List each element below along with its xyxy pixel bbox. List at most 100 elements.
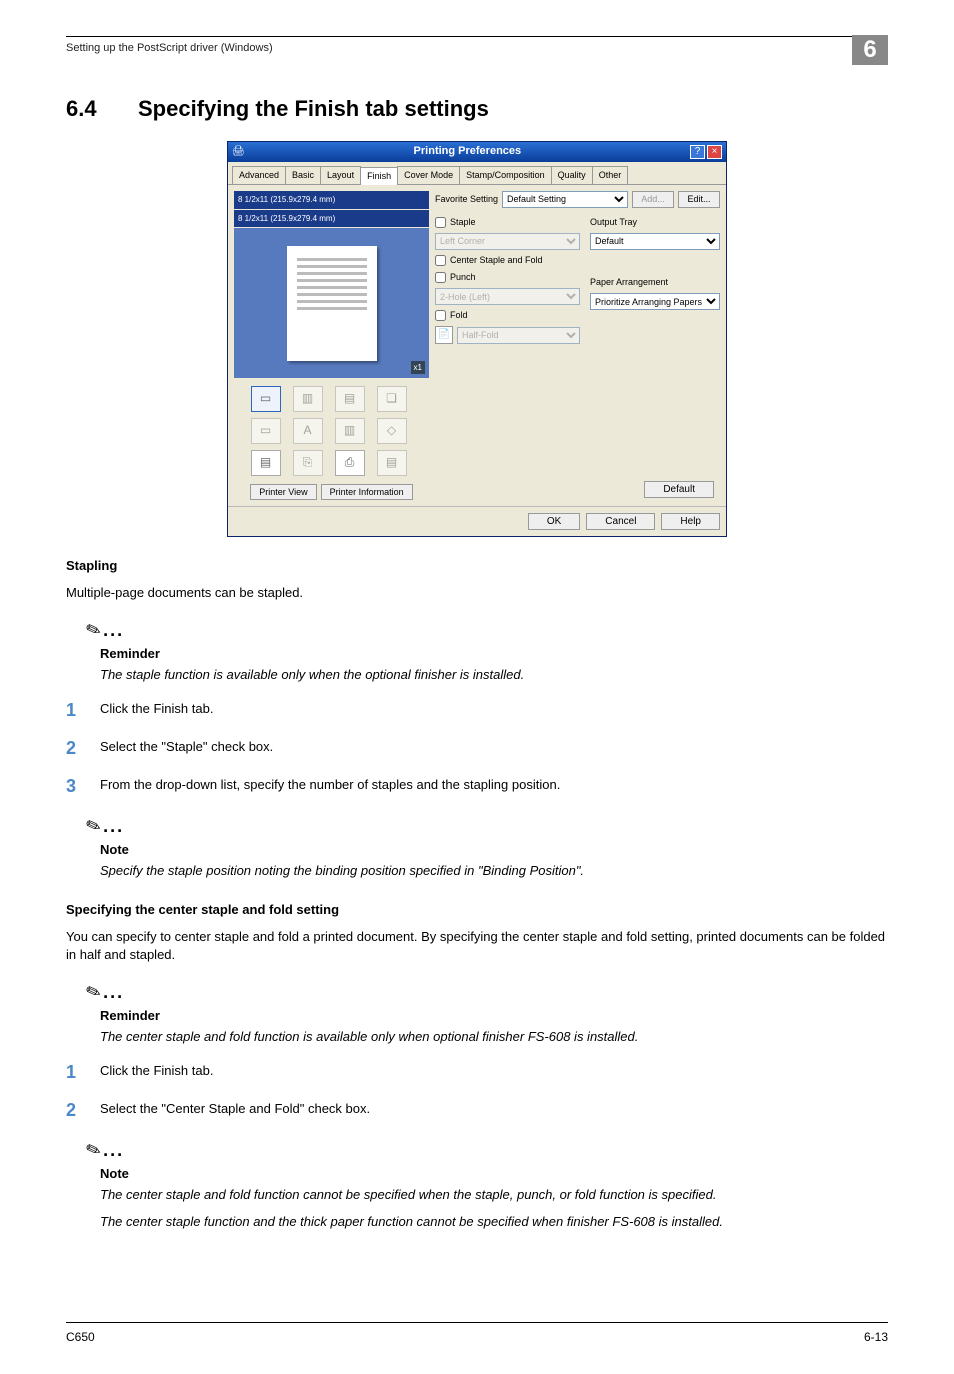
step-number: 2 bbox=[66, 735, 100, 761]
feature-icon[interactable]: ▥ bbox=[293, 386, 323, 412]
help-button[interactable]: Help bbox=[661, 513, 720, 530]
dialog-titlebar: 🖨 Printing Preferences ? × bbox=[228, 142, 726, 162]
stapling-heading: Stapling bbox=[66, 557, 888, 576]
center-staple-fold-checkbox[interactable] bbox=[435, 255, 446, 266]
favorite-setting-select[interactable]: Default Setting bbox=[502, 191, 628, 208]
step-number: 3 bbox=[66, 773, 100, 799]
cancel-button[interactable]: Cancel bbox=[586, 513, 655, 530]
staple-checkbox[interactable] bbox=[435, 217, 446, 228]
printer-view-button[interactable]: Printer View bbox=[250, 484, 316, 500]
section-title-text: Specifying the Finish tab settings bbox=[138, 93, 489, 125]
feature-icon[interactable]: ❏ bbox=[377, 386, 407, 412]
output-tray-label: Output Tray bbox=[590, 216, 720, 229]
dialog-tabs: Advanced Basic Layout Finish Cover Mode … bbox=[228, 162, 726, 185]
feature-icon[interactable]: ⎙ bbox=[335, 450, 365, 476]
reminder-head: Reminder bbox=[100, 1007, 888, 1026]
pencil-icon: ✎ bbox=[82, 977, 105, 1007]
add-button[interactable]: Add... bbox=[632, 191, 674, 208]
feature-icon[interactable]: ▤ bbox=[377, 450, 407, 476]
feature-icon[interactable]: ▭ bbox=[251, 418, 281, 444]
favorite-setting-label: Favorite Setting bbox=[435, 193, 498, 206]
reminder-text: The staple function is available only wh… bbox=[100, 666, 888, 685]
dialog-screenshot: 🖨 Printing Preferences ? × Advanced Basi… bbox=[227, 141, 727, 537]
feature-icon-grid: ▭ ▥ ▤ ❏ ▭ A ▥ ◇ ▤ ⎘ ⎙ ▤ bbox=[234, 386, 429, 476]
feature-icon[interactable]: ▭ bbox=[251, 386, 281, 412]
tab-basic[interactable]: Basic bbox=[285, 166, 321, 184]
fold-icon[interactable]: 📄 bbox=[435, 326, 453, 344]
tab-layout[interactable]: Layout bbox=[320, 166, 361, 184]
pencil-icon: ✎ bbox=[82, 811, 105, 841]
step-number: 1 bbox=[66, 1059, 100, 1085]
staple-position-select[interactable]: Left Corner bbox=[435, 233, 580, 250]
reminder-block: ✎... Reminder The staple function is ava… bbox=[86, 617, 888, 685]
step-text: Select the "Staple" check box. bbox=[100, 735, 273, 757]
help-icon[interactable]: ? bbox=[690, 145, 705, 159]
stapling-intro: Multiple-page documents can be stapled. bbox=[66, 584, 888, 603]
ok-button[interactable]: OK bbox=[528, 513, 580, 530]
paper-arrangement-label: Paper Arrangement bbox=[590, 276, 720, 289]
feature-icon[interactable]: ▥ bbox=[335, 418, 365, 444]
tab-finish[interactable]: Finish bbox=[360, 167, 398, 185]
footer-right: 6-13 bbox=[864, 1329, 888, 1346]
reminder-head: Reminder bbox=[100, 645, 888, 664]
zoom-badge: x1 bbox=[411, 361, 425, 375]
step-text: From the drop-down list, specify the num… bbox=[100, 773, 560, 795]
page-footer: C650 6-13 bbox=[66, 1322, 888, 1346]
punch-label: Punch bbox=[450, 271, 476, 284]
csf-heading: Specifying the center staple and fold se… bbox=[66, 901, 888, 920]
fold-label: Fold bbox=[450, 309, 468, 322]
paper-size-top: 8 1/2x11 (215.9x279.4 mm) bbox=[234, 191, 429, 209]
tab-other[interactable]: Other bbox=[592, 166, 629, 184]
fold-option-select[interactable]: Half-Fold bbox=[457, 327, 580, 344]
step-text: Click the Finish tab. bbox=[100, 697, 213, 719]
edit-button[interactable]: Edit... bbox=[678, 191, 720, 208]
reminder-block: ✎... Reminder The center staple and fold… bbox=[86, 979, 888, 1047]
step-number: 1 bbox=[66, 697, 100, 723]
tab-quality[interactable]: Quality bbox=[551, 166, 593, 184]
note-block: ✎... Note Specify the staple position no… bbox=[86, 813, 888, 881]
page-preview: x1 bbox=[234, 228, 429, 378]
output-tray-select[interactable]: Default bbox=[590, 233, 720, 250]
pencil-icon: ✎ bbox=[82, 615, 105, 645]
chapter-number-badge: 6 bbox=[852, 35, 888, 65]
printer-icon: 🖨 bbox=[232, 145, 245, 160]
tab-advanced[interactable]: Advanced bbox=[232, 166, 286, 184]
default-button[interactable]: Default bbox=[644, 481, 714, 498]
punch-checkbox[interactable] bbox=[435, 272, 446, 283]
note-dots: ... bbox=[103, 816, 124, 836]
tab-covermode[interactable]: Cover Mode bbox=[397, 166, 460, 184]
note-head: Note bbox=[100, 841, 888, 860]
printer-information-button[interactable]: Printer Information bbox=[321, 484, 413, 500]
pencil-icon: ✎ bbox=[82, 1135, 105, 1165]
staple-label: Staple bbox=[450, 216, 476, 229]
top-rule bbox=[66, 36, 888, 37]
note-text: Specify the staple position noting the b… bbox=[100, 862, 888, 881]
fold-checkbox[interactable] bbox=[435, 310, 446, 321]
feature-icon[interactable]: ⎘ bbox=[293, 450, 323, 476]
section-title: 6.4 Specifying the Finish tab settings bbox=[66, 93, 888, 125]
step-number: 2 bbox=[66, 1097, 100, 1123]
running-head-text: Setting up the PostScript driver (Window… bbox=[66, 41, 273, 57]
feature-icon[interactable]: ▤ bbox=[251, 450, 281, 476]
paper-arrangement-select[interactable]: Prioritize Arranging Papers bbox=[590, 293, 720, 310]
step-text: Select the "Center Staple and Fold" chec… bbox=[100, 1097, 370, 1119]
feature-icon[interactable]: ◇ bbox=[377, 418, 407, 444]
note-block: ✎... Note The center staple and fold fun… bbox=[86, 1137, 888, 1232]
preview-pane: 8 1/2x11 (215.9x279.4 mm) 8 1/2x11 (215.… bbox=[234, 191, 429, 500]
note-dots: ... bbox=[103, 982, 124, 1002]
feature-icon[interactable]: ▤ bbox=[335, 386, 365, 412]
footer-left: C650 bbox=[66, 1329, 95, 1346]
section-number: 6.4 bbox=[66, 93, 138, 125]
paper-size-bottom: 8 1/2x11 (215.9x279.4 mm) bbox=[234, 210, 429, 228]
close-icon[interactable]: × bbox=[707, 145, 722, 159]
note-text-1: The center staple and fold function cann… bbox=[100, 1186, 888, 1205]
center-staple-fold-label: Center Staple and Fold bbox=[450, 254, 543, 267]
tab-stampcomposition[interactable]: Stamp/Composition bbox=[459, 166, 552, 184]
running-head: Setting up the PostScript driver (Window… bbox=[66, 41, 888, 65]
reminder-text: The center staple and fold function is a… bbox=[100, 1028, 888, 1047]
punch-option-select[interactable]: 2-Hole (Left) bbox=[435, 288, 580, 305]
feature-icon[interactable]: A bbox=[293, 418, 323, 444]
stapling-steps: 1Click the Finish tab. 2Select the "Stap… bbox=[66, 697, 888, 799]
note-text-2: The center staple function and the thick… bbox=[100, 1213, 888, 1232]
csf-intro: You can specify to center staple and fol… bbox=[66, 928, 888, 966]
